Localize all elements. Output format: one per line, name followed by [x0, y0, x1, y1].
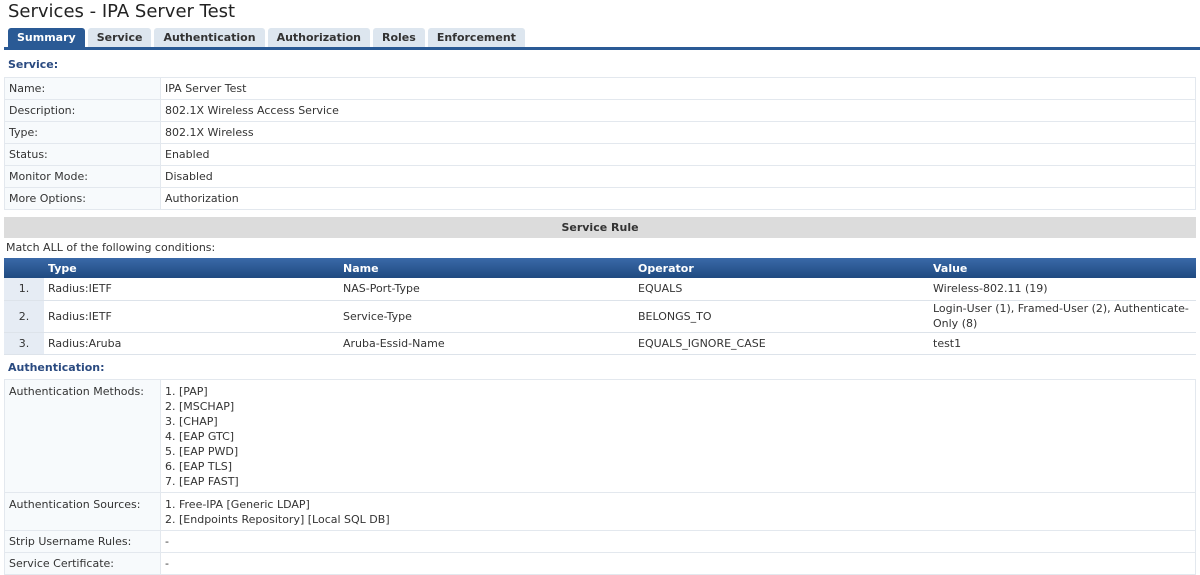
- col-value: Value: [929, 258, 1196, 278]
- authentication-heading: Authentication:: [8, 361, 105, 374]
- row-label: Type:: [4, 121, 161, 144]
- table-row: Description: 802.1X Wireless Access Servi…: [4, 99, 1196, 122]
- cond-name: Service-Type: [339, 300, 634, 333]
- list-item: 4. [EAP GTC]: [165, 430, 235, 443]
- cond-name: NAS-Port-Type: [339, 278, 634, 301]
- list-item: 2. [Endpoints Repository] [Local SQL DB]: [165, 513, 390, 526]
- col-operator: Operator: [634, 258, 929, 278]
- row-value: Disabled: [160, 165, 1196, 188]
- row-value: -: [160, 530, 1196, 553]
- list-item: 3. [CHAP]: [165, 415, 218, 428]
- col-type: Type: [44, 258, 339, 278]
- row-value: Authorization: [160, 187, 1196, 210]
- table-row: Monitor Mode: Disabled: [4, 165, 1196, 188]
- list-item: 1. [PAP]: [165, 385, 208, 398]
- service-heading: Service:: [8, 58, 59, 71]
- row-value: IPA Server Test: [160, 77, 1196, 100]
- col-index: [4, 258, 44, 278]
- row-index: 1.: [4, 278, 44, 301]
- table-row: Type: 802.1X Wireless: [4, 121, 1196, 144]
- auth-sources-list: 1. Free-IPA [Generic LDAP] 2. [Endpoints…: [160, 492, 1196, 531]
- row-value: 802.1X Wireless Access Service: [160, 99, 1196, 122]
- cond-type: Radius:Aruba: [44, 332, 339, 355]
- authentication-table: Authentication Methods: 1. [PAP] 2. [MSC…: [4, 379, 1196, 575]
- row-index: 3.: [4, 332, 44, 355]
- table-row: More Options: Authorization: [4, 187, 1196, 210]
- table-row: 3. Radius:Aruba Aruba-Essid-Name EQUALS_IGN…: [4, 332, 1196, 355]
- conditions-table: Type Name Operator Value 1. Radius:IETF NAS-P…: [4, 258, 1196, 355]
- row-label: Strip Username Rules:: [4, 530, 161, 553]
- tab-roles[interactable]: Roles: [373, 28, 425, 48]
- list-item: 6. [EAP TLS]: [165, 460, 233, 473]
- match-conditions-text: Match ALL of the following conditions:: [6, 241, 216, 254]
- list-item: 2. [MSCHAP]: [165, 400, 235, 413]
- tab-underline: [4, 47, 1200, 50]
- row-label: Monitor Mode:: [4, 165, 161, 188]
- row-value: 802.1X Wireless: [160, 121, 1196, 144]
- table-row: Authentication Methods: 1. [PAP] 2. [MSC…: [4, 379, 1196, 493]
- cond-type: Radius:IETF: [44, 300, 339, 333]
- service-table: Name: IPA Server Test Description: 802.1X …: [4, 77, 1196, 210]
- cond-value: test1: [929, 332, 1196, 355]
- tab-enforcement[interactable]: Enforcement: [427, 28, 525, 48]
- row-label: Authentication Methods:: [4, 379, 161, 493]
- cond-value: Wireless-802.11 (19): [929, 278, 1196, 301]
- row-value: Enabled: [160, 143, 1196, 166]
- list-item: 7. [EAP FAST]: [165, 475, 239, 488]
- service-rule-header: Service Rule: [4, 217, 1196, 238]
- cond-operator: EQUALS: [634, 278, 929, 301]
- table-row: Status: Enabled: [4, 143, 1196, 166]
- row-label: Authentication Sources:: [4, 492, 161, 531]
- table-row: Name: IPA Server Test: [4, 77, 1196, 100]
- cond-type: Radius:IETF: [44, 278, 339, 301]
- cond-value: Login-User (1), Framed-User (2), Authent…: [929, 300, 1196, 333]
- list-item: 1. Free-IPA [Generic LDAP]: [165, 498, 310, 511]
- tab-service[interactable]: Service: [87, 28, 152, 48]
- cond-operator: EQUALS_IGNORE_CASE: [634, 332, 929, 355]
- tab-authentication[interactable]: Authentication: [154, 28, 265, 48]
- list-item: 5. [EAP PWD]: [165, 445, 239, 458]
- table-row: 2. Radius:IETF Service-Type BELONGS_TO Login…: [4, 300, 1196, 333]
- cond-name: Aruba-Essid-Name: [339, 332, 634, 355]
- row-label: Name:: [4, 77, 161, 100]
- page-title: Services - IPA Server Test: [8, 1, 236, 22]
- tab-summary[interactable]: Summary: [8, 28, 85, 48]
- tab-authorization[interactable]: Authorization: [267, 28, 370, 48]
- col-name: Name: [339, 258, 634, 278]
- table-row: Authentication Sources: 1. Free-IPA [Gen…: [4, 492, 1196, 531]
- cond-operator: BELONGS_TO: [634, 300, 929, 333]
- tab-bar: Summary Service Authentication Authoriza…: [8, 28, 525, 48]
- row-label: Description:: [4, 99, 161, 122]
- table-row: Strip Username Rules: -: [4, 530, 1196, 553]
- row-index: 2.: [4, 300, 44, 333]
- row-label: Status:: [4, 143, 161, 166]
- row-label: More Options:: [4, 187, 161, 210]
- table-row: 1. Radius:IETF NAS-Port-Type EQUALS Wireless…: [4, 278, 1196, 301]
- auth-methods-list: 1. [PAP] 2. [MSCHAP] 3. [CHAP] 4. [EAP G…: [160, 379, 1196, 493]
